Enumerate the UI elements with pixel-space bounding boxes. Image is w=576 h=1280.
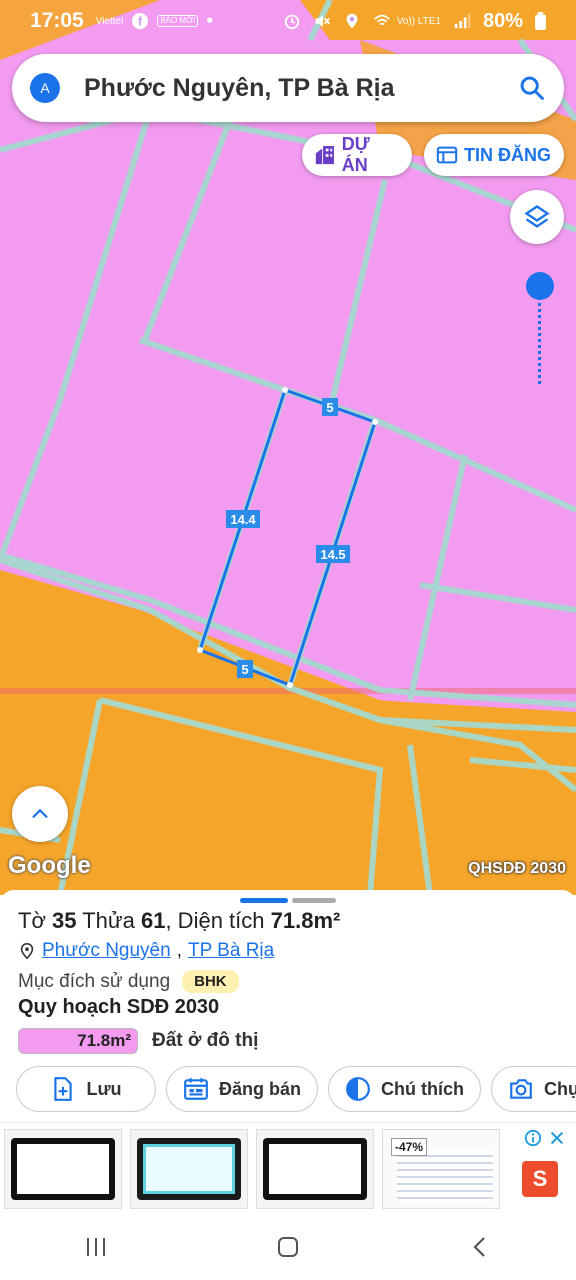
shopee-logo: S — [522, 1161, 558, 1197]
ad-product-1[interactable] — [4, 1129, 122, 1209]
ad-banner[interactable]: -47% S — [0, 1122, 576, 1214]
location-pin-icon — [20, 942, 34, 960]
avatar[interactable]: A — [30, 73, 60, 103]
status-time: 17:05 — [30, 9, 84, 32]
land-use-row: Mục đích sử dụng BHK — [18, 970, 239, 993]
ward-link[interactable]: Phước Nguyên — [42, 940, 171, 962]
calendar-icon — [184, 1078, 208, 1100]
photo-button[interactable]: Chụ — [491, 1066, 576, 1112]
edge-bottom-label: 5 — [241, 662, 248, 677]
parcel-title: Tờ 35 Thửa 61, Diện tích 71.8m² — [18, 908, 341, 933]
land-use-badge: BHK — [182, 970, 239, 993]
plan-use-label: Đất ở đô thị — [152, 1030, 259, 1051]
info-icon[interactable] — [524, 1129, 542, 1147]
alarm-icon — [284, 14, 299, 30]
project-button[interactable]: DỰ ÁN — [302, 134, 412, 176]
contrast-icon — [346, 1077, 370, 1101]
plan-area-chip: 71.8m² — [18, 1028, 138, 1054]
layers-icon — [524, 205, 550, 228]
back-icon[interactable] — [467, 1234, 493, 1260]
lte-label: Vo)) LTE1 — [396, 15, 441, 27]
save-button[interactable]: Lưu — [16, 1066, 156, 1112]
battery-percent: 80% — [482, 9, 523, 32]
city-link[interactable]: TP Bà Rịa — [188, 940, 274, 962]
edge-left-label: 14.4 — [230, 512, 256, 527]
add-file-icon — [54, 1077, 73, 1101]
plan-row: 71.8m² Đất ở đô thị — [18, 1028, 258, 1054]
layer-name-label: QHSDĐ 2030 — [468, 860, 566, 877]
facebook-icon: f — [132, 12, 149, 30]
opacity-slider-handle[interactable] — [526, 272, 554, 300]
recent-apps-icon[interactable] — [83, 1235, 109, 1259]
sheet-handle[interactable] — [292, 898, 336, 903]
wifi-icon — [373, 14, 390, 26]
parcel-address: Phước Nguyên, TP Bà Rịa — [18, 940, 274, 962]
parcel-info-sheet: Tờ 35 Thửa 61, Diện tích 71.8m² Phước Ng… — [0, 890, 576, 1122]
chevron-up-icon — [32, 808, 48, 818]
listing-button[interactable]: TIN ĐĂNG — [424, 134, 564, 176]
plan-title: Quy hoạch SDĐ 2030 — [18, 996, 220, 1018]
status-bar: 17:05 Viettel f BÁO MỚI • Vo)) LTE1 80% — [0, 0, 576, 42]
search-input[interactable]: Phước Nguyên, TP Bà Rịa — [84, 74, 518, 103]
search-bar[interactable]: A Phước Nguyên, TP Bà Rịa — [12, 54, 564, 122]
baomoi-icon: BÁO MỚI — [157, 15, 199, 27]
mute-icon — [315, 14, 330, 28]
listing-label: TIN ĐĂNG — [464, 144, 551, 165]
expand-up-button[interactable] — [12, 786, 68, 842]
camera-icon — [510, 1079, 532, 1099]
listing-icon — [436, 146, 458, 164]
post-sale-button[interactable]: Đăng bán — [166, 1066, 319, 1112]
svg-text:f: f — [138, 16, 142, 29]
land-use-label: Mục đích sử dụng — [18, 970, 171, 992]
home-icon[interactable] — [275, 1234, 301, 1260]
edge-top-label: 5 — [326, 400, 333, 415]
google-logo: Google — [8, 852, 91, 879]
opacity-slider-track[interactable] — [538, 290, 542, 384]
project-label: DỰ ÁN — [341, 134, 370, 175]
dot-icon: • — [206, 9, 214, 32]
battery-icon — [535, 12, 546, 30]
close-icon[interactable] — [548, 1129, 566, 1147]
legend-button[interactable]: Chú thích — [328, 1066, 482, 1112]
location-icon — [346, 13, 358, 29]
edge-right-label: 14.5 — [320, 547, 345, 562]
layers-button[interactable] — [510, 190, 564, 244]
ad-product-2[interactable] — [130, 1129, 248, 1209]
action-row: Lưu Đăng bán Chú thích Chụ — [16, 1066, 576, 1112]
sheet-handle-active[interactable] — [240, 898, 288, 903]
search-icon[interactable] — [518, 74, 546, 102]
building-icon — [315, 145, 334, 165]
ad-product-3[interactable] — [256, 1129, 374, 1209]
discount-badge: -47% — [391, 1138, 428, 1156]
ad-product-4[interactable]: -47% — [382, 1129, 500, 1209]
carrier-label: Viettel — [95, 15, 124, 27]
system-nav-bar — [0, 1214, 576, 1280]
signal-icon — [454, 13, 471, 29]
